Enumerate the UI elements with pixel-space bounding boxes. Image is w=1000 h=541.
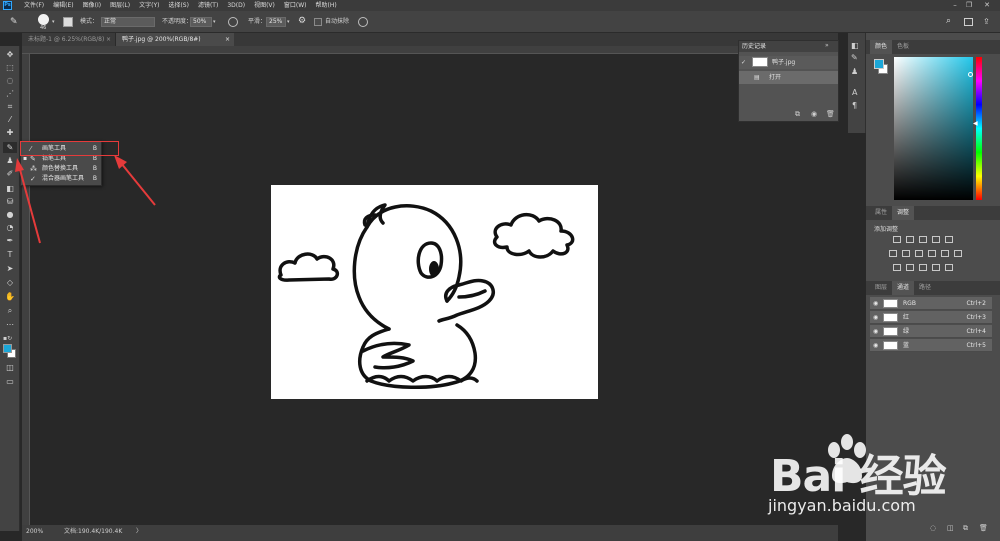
panel-collapse-icon[interactable]: » bbox=[825, 42, 829, 49]
tab-adjustments[interactable]: 调整 bbox=[892, 206, 915, 220]
status-menu-icon[interactable]: 〉 bbox=[136, 525, 142, 539]
zoom-level[interactable]: 200% bbox=[26, 525, 43, 539]
history-snapshot-row[interactable]: ✓ 鸭子.jpg bbox=[739, 56, 838, 69]
black-white-icon[interactable] bbox=[915, 250, 923, 257]
status-bar: 200% 文档:190.4K/190.4K 〉 bbox=[22, 525, 838, 541]
add-adjustment-label: 添加调整 bbox=[874, 226, 899, 233]
document-canvas[interactable] bbox=[271, 185, 598, 399]
clone-source-icon[interactable]: ♟ bbox=[851, 67, 858, 76]
channel-thumbnail bbox=[883, 341, 898, 350]
history-step-name: 打开 bbox=[769, 74, 782, 81]
snapshot-brush-source-icon[interactable]: ✓ bbox=[741, 56, 746, 69]
snapshot-name: 鸭子.jpg bbox=[772, 59, 796, 66]
brightness-icon[interactable] bbox=[893, 236, 901, 243]
adjustment-icons-row-1 bbox=[893, 236, 953, 243]
channel-row-rgb[interactable]: ◉ RGB Ctrl+2 bbox=[870, 297, 992, 310]
gradient-map-icon[interactable] bbox=[932, 264, 940, 271]
annotation-arrow-right bbox=[120, 162, 156, 206]
color-picker-cursor[interactable] bbox=[968, 72, 973, 77]
history-step-row[interactable]: ▤ 打开 bbox=[739, 71, 838, 84]
color-balance-icon[interactable] bbox=[902, 250, 910, 257]
tab-paths[interactable]: 路径 bbox=[914, 281, 936, 295]
history-panel-title[interactable]: 历史记录 bbox=[742, 41, 766, 52]
tab-layers[interactable]: 图层 bbox=[870, 281, 892, 295]
tab-color[interactable]: 颜色 bbox=[870, 40, 893, 54]
trash-icon[interactable]: 🗑 bbox=[826, 110, 835, 118]
visibility-eye-icon[interactable]: ◉ bbox=[873, 325, 878, 338]
exposure-icon[interactable] bbox=[932, 236, 940, 243]
snapshot-thumbnail bbox=[752, 57, 768, 67]
channel-row-blue[interactable]: ◉ 蓝 Ctrl+5 bbox=[870, 339, 992, 352]
channel-thumbnail bbox=[883, 299, 898, 308]
threshold-icon[interactable] bbox=[919, 264, 927, 271]
tab-swatches[interactable]: 色板 bbox=[892, 40, 914, 54]
duck-illustration bbox=[277, 203, 575, 389]
hue-slider[interactable] bbox=[976, 57, 982, 200]
adjustment-icons-row-2 bbox=[889, 250, 962, 257]
selective-color-icon[interactable] bbox=[945, 264, 953, 271]
watermark-brand: Bai 经验 bbox=[770, 451, 947, 502]
color-panel-tabs: 颜色 色板 bbox=[866, 40, 1000, 54]
vibrance-icon[interactable] bbox=[945, 236, 953, 243]
character-panel-icon[interactable]: A bbox=[852, 88, 857, 97]
channel-mixer-icon[interactable] bbox=[941, 250, 949, 257]
history-step-icon: ▤ bbox=[754, 74, 760, 81]
tab-channels[interactable]: 通道 bbox=[892, 281, 915, 295]
camera-snapshot-icon[interactable]: ◉ bbox=[811, 110, 817, 118]
curves-icon[interactable] bbox=[919, 236, 927, 243]
invert-icon[interactable] bbox=[893, 264, 901, 271]
photo-filter-icon[interactable] bbox=[928, 250, 936, 257]
adjustment-icons-row-3 bbox=[893, 264, 953, 271]
adjust-panel-tabs: 属性 调整 bbox=[866, 206, 1000, 220]
watermark-url: jingyan.baidu.com bbox=[768, 496, 916, 515]
levels-icon[interactable] bbox=[906, 236, 914, 243]
channel-thumbnail bbox=[883, 313, 898, 322]
history-panel: 历史记录 » ✓ 鸭子.jpg ▤ 打开 ⧉ ◉ 🗑 bbox=[738, 40, 839, 122]
annotation-arrow-left bbox=[18, 165, 41, 244]
new-document-from-state-icon[interactable]: ⧉ bbox=[795, 110, 800, 119]
panel-dock-strip: ◧ ✎ ♟ A ¶ bbox=[848, 33, 866, 133]
posterize-icon[interactable] bbox=[906, 264, 914, 271]
channel-thumbnail bbox=[883, 327, 898, 336]
channels-panel-tabs: 图层 通道 路径 bbox=[866, 281, 1000, 295]
color-picker-field[interactable] bbox=[894, 57, 973, 200]
hue-slider-handle-icon[interactable]: ◀ bbox=[973, 120, 978, 127]
annotation-arrowhead-left bbox=[15, 158, 24, 172]
duck-pupil bbox=[429, 261, 439, 277]
tab-properties[interactable]: 属性 bbox=[870, 206, 892, 220]
baidu-watermark: Bai 经验 jingyan.baidu.com bbox=[760, 430, 996, 530]
channel-row-green[interactable]: ◉ 绿 Ctrl+4 bbox=[870, 325, 992, 338]
document-size: 文档:190.4K/190.4K bbox=[64, 528, 123, 535]
visibility-eye-icon[interactable]: ◉ bbox=[873, 311, 878, 324]
history-panel-icon[interactable]: ◧ bbox=[851, 41, 859, 50]
panel-foreground-swatch[interactable] bbox=[874, 59, 884, 69]
visibility-eye-icon[interactable]: ◉ bbox=[873, 297, 878, 310]
paragraph-panel-icon[interactable]: ¶ bbox=[852, 101, 857, 110]
brush-settings-icon[interactable]: ✎ bbox=[851, 53, 858, 62]
hue-saturation-icon[interactable] bbox=[889, 250, 897, 257]
channel-row-red[interactable]: ◉ 红 Ctrl+3 bbox=[870, 311, 992, 324]
color-lookup-icon[interactable] bbox=[954, 250, 962, 257]
visibility-eye-icon[interactable]: ◉ bbox=[873, 339, 878, 352]
history-panel-header: 历史记录 bbox=[739, 41, 838, 52]
